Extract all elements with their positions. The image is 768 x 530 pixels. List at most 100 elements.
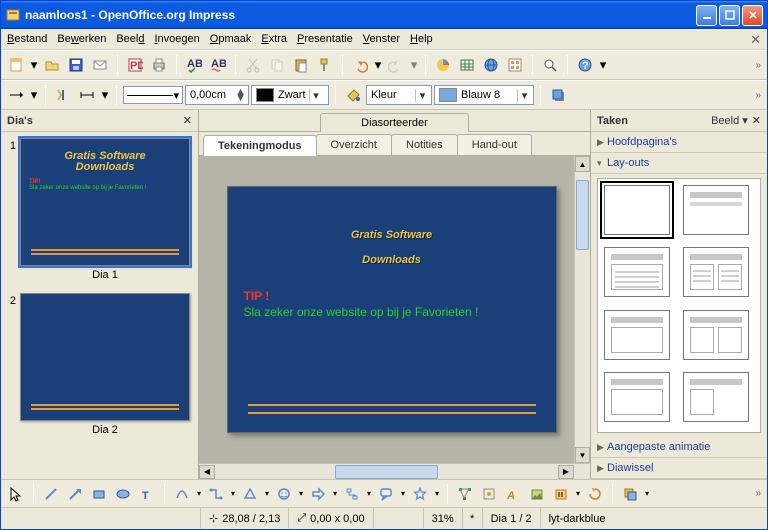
area-fill-button[interactable] bbox=[342, 84, 364, 106]
slide-thumbnail[interactable]: Gratis SoftwareDownloads TIP! Sla zeker … bbox=[20, 138, 190, 266]
menu-venster[interactable]: Venster bbox=[363, 33, 400, 45]
dropdown-arrow-icon[interactable]: ▾ bbox=[399, 483, 407, 505]
layout-blank[interactable] bbox=[604, 185, 670, 235]
close-button[interactable] bbox=[742, 5, 763, 26]
vertical-scrollbar[interactable]: ▲ ▼ bbox=[574, 156, 590, 463]
spreadsheet-button[interactable] bbox=[456, 54, 478, 76]
scroll-left-button[interactable]: ◀ bbox=[199, 465, 215, 479]
cut-button[interactable] bbox=[242, 54, 264, 76]
copy-button[interactable] bbox=[266, 54, 288, 76]
layout-option[interactable] bbox=[604, 372, 670, 422]
points-tool[interactable] bbox=[454, 483, 476, 505]
horizontal-scrollbar[interactable]: ◀ ▶ bbox=[199, 463, 590, 479]
redo-button[interactable] bbox=[385, 54, 407, 76]
section-master-pages[interactable]: ▶ Hoofdpagina's bbox=[591, 132, 767, 153]
dropdown-arrow-icon[interactable]: ▾ bbox=[373, 54, 383, 76]
scroll-thumb[interactable] bbox=[576, 180, 589, 250]
scroll-track[interactable] bbox=[215, 465, 558, 479]
line-color-select[interactable]: Zwart▾ bbox=[251, 85, 329, 105]
menu-help[interactable]: Help bbox=[410, 33, 433, 45]
dropdown-arrow-icon[interactable]: ▾ bbox=[195, 483, 203, 505]
gallery-tool[interactable] bbox=[550, 483, 572, 505]
layout-title-object[interactable] bbox=[604, 310, 670, 360]
flowchart-tool[interactable] bbox=[341, 483, 363, 505]
text-tool[interactable]: T bbox=[136, 483, 158, 505]
line-tool[interactable] bbox=[40, 483, 62, 505]
slide-body-text[interactable]: Sla zeker onze website op bij je Favorie… bbox=[228, 303, 556, 319]
tasks-view-menu[interactable]: Beeld ▾ bbox=[711, 114, 748, 127]
tab-handout[interactable]: Hand-out bbox=[457, 134, 532, 155]
navigator-button[interactable] bbox=[504, 54, 526, 76]
status-zoom[interactable]: 31% bbox=[424, 508, 463, 529]
paste-button[interactable] bbox=[290, 54, 312, 76]
dropdown-arrow-icon[interactable]: ▾ bbox=[433, 483, 441, 505]
save-button[interactable] bbox=[65, 54, 87, 76]
shadow-button[interactable] bbox=[547, 84, 569, 106]
from-file-tool[interactable] bbox=[526, 483, 548, 505]
menu-bestand[interactable]: Bestand bbox=[7, 33, 47, 45]
stars-tool[interactable] bbox=[409, 483, 431, 505]
menu-presentatie[interactable]: Presentatie bbox=[297, 33, 353, 45]
glue-points-tool[interactable] bbox=[478, 483, 500, 505]
canvas-viewport[interactable]: Gratis SoftwareDownloads TIP ! Sla zeker… bbox=[199, 156, 574, 463]
print-button[interactable] bbox=[148, 54, 170, 76]
slide-canvas[interactable]: Gratis SoftwareDownloads TIP ! Sla zeker… bbox=[227, 186, 557, 433]
layout-title-2content[interactable] bbox=[683, 247, 749, 297]
dropdown-arrow-icon[interactable]: ▾ bbox=[29, 84, 39, 106]
dropdown-arrow-icon[interactable]: ▾ bbox=[263, 483, 271, 505]
dropdown-arrow-icon[interactable]: ▾ bbox=[643, 483, 651, 505]
arrange-tool[interactable] bbox=[619, 483, 641, 505]
dropdown-arrow-icon[interactable]: ▾ bbox=[229, 483, 237, 505]
scroll-up-button[interactable]: ▲ bbox=[575, 156, 590, 172]
dropdown-arrow-icon[interactable]: ▾ bbox=[365, 483, 373, 505]
symbol-shapes-tool[interactable] bbox=[273, 483, 295, 505]
tab-diasorteerder[interactable]: Diasorteerder bbox=[320, 113, 469, 132]
tab-notities[interactable]: Notities bbox=[391, 134, 458, 155]
scroll-down-button[interactable]: ▼ bbox=[575, 447, 590, 463]
zoom-button[interactable] bbox=[539, 54, 561, 76]
block-arrows-tool[interactable] bbox=[307, 483, 329, 505]
slide-thumbnail[interactable] bbox=[20, 293, 190, 421]
tab-overzicht[interactable]: Overzicht bbox=[316, 134, 392, 155]
hyperlink-button[interactable] bbox=[480, 54, 502, 76]
dropdown-arrow-icon[interactable]: ▾ bbox=[29, 54, 39, 76]
dropdown-arrow-icon[interactable]: ▾ bbox=[598, 54, 608, 76]
menu-invoegen[interactable]: Invoegen bbox=[154, 33, 199, 45]
slide-entry[interactable]: 1 Gratis SoftwareDownloads TIP! Sla zeke… bbox=[3, 136, 196, 289]
menu-bewerken[interactable]: Bewerken bbox=[57, 33, 106, 45]
spellcheck-button[interactable]: ABC bbox=[183, 54, 205, 76]
connector-tool[interactable] bbox=[205, 483, 227, 505]
export-pdf-button[interactable]: PDF bbox=[124, 54, 146, 76]
dropdown-arrow-icon[interactable]: ▾ bbox=[100, 84, 110, 106]
slide-tip-text[interactable]: TIP ! bbox=[228, 271, 556, 303]
toolbar-overflow-icon[interactable]: » bbox=[755, 488, 763, 499]
curve-tool[interactable] bbox=[171, 483, 193, 505]
scroll-thumb[interactable] bbox=[335, 465, 438, 479]
menu-opmaak[interactable]: Opmaak bbox=[210, 33, 252, 45]
menu-extra[interactable]: Extra bbox=[261, 33, 287, 45]
menu-beeld[interactable]: Beeld bbox=[116, 33, 144, 45]
slide-entry[interactable]: 2 Dia 2 bbox=[3, 291, 196, 444]
rotate-tool[interactable] bbox=[584, 483, 606, 505]
line-style-select[interactable]: ▾ bbox=[123, 86, 183, 104]
dropdown-arrow-icon[interactable]: ▾ bbox=[297, 483, 305, 505]
layout-option[interactable] bbox=[683, 372, 749, 422]
scroll-right-button[interactable]: ▶ bbox=[558, 465, 574, 479]
slide-title[interactable]: Gratis SoftwareDownloads bbox=[228, 187, 556, 271]
maximize-button[interactable] bbox=[719, 5, 740, 26]
close-pane-button[interactable]: ✕ bbox=[183, 114, 192, 127]
close-pane-button[interactable]: ✕ bbox=[752, 114, 761, 127]
line-width-input[interactable]: 0,00cm▲▼ bbox=[185, 85, 249, 105]
close-document-button[interactable]: ✕ bbox=[750, 32, 761, 48]
format-paintbrush-button[interactable] bbox=[314, 54, 336, 76]
dropdown-arrow-icon[interactable]: ▾ bbox=[574, 483, 582, 505]
section-layouts[interactable]: ▾ Lay-outs bbox=[591, 153, 767, 174]
fontwork-tool[interactable]: A bbox=[502, 483, 524, 505]
fill-type-select[interactable]: Kleur▾ bbox=[366, 85, 432, 105]
layout-title[interactable] bbox=[683, 185, 749, 235]
dropdown-arrow-icon[interactable]: ▾ bbox=[331, 483, 339, 505]
email-button[interactable] bbox=[89, 54, 111, 76]
basic-shapes-tool[interactable] bbox=[239, 483, 261, 505]
open-button[interactable] bbox=[41, 54, 63, 76]
fill-color-select[interactable]: Blauw 8▾ bbox=[434, 85, 534, 105]
